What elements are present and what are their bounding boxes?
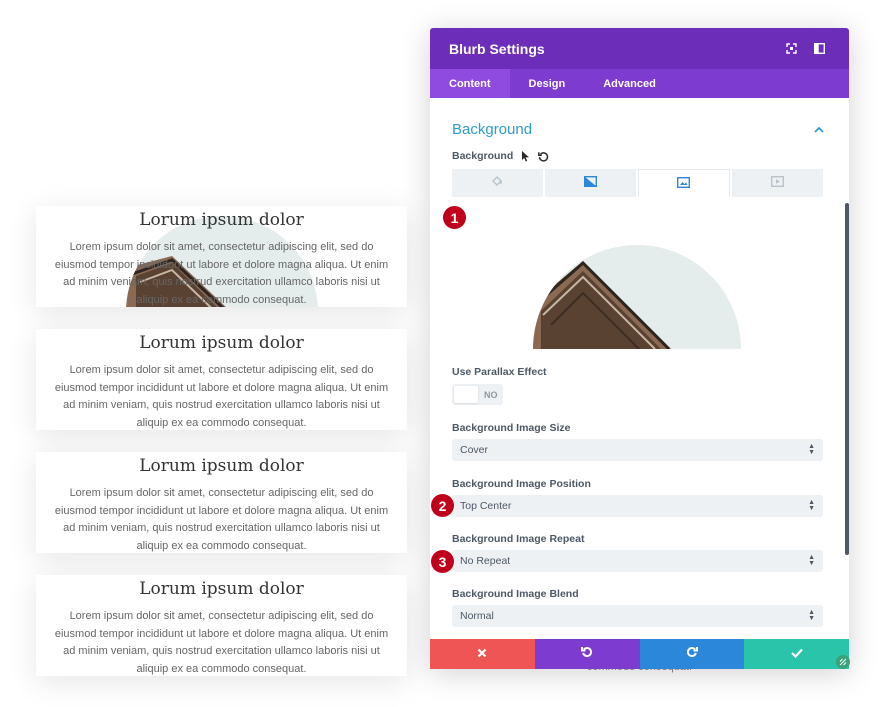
panel-title: Blurb Settings xyxy=(449,40,545,57)
image-icon xyxy=(677,175,691,193)
image-repeat-label: Background Image Repeat xyxy=(452,533,585,545)
background-image-preview[interactable] xyxy=(452,208,823,350)
background-label: Background xyxy=(452,150,514,162)
panel-tabs: Content Design Advanced xyxy=(430,69,849,98)
cursor-icon[interactable] xyxy=(521,150,530,162)
reset-icon[interactable] xyxy=(538,151,549,162)
section-header-background[interactable]: Background xyxy=(452,120,824,138)
redo-icon xyxy=(686,645,698,663)
blurb-settings-panel: Blurb Settings Content Design Advanced B… xyxy=(430,28,849,669)
select-value: Top Center xyxy=(460,500,512,512)
blurb-card-4[interactable]: Lorum ipsum dolor Lorem ipsum dolor sit … xyxy=(36,575,407,676)
card-body-text: Lorem ipsum dolor sit amet, consectetur … xyxy=(54,487,389,552)
background-label-row: Background xyxy=(452,150,549,162)
check-icon xyxy=(790,645,803,663)
undo-button[interactable] xyxy=(534,639,640,669)
save-button[interactable] xyxy=(744,639,849,669)
image-size-select[interactable]: Cover ▲ ▼ xyxy=(452,439,823,461)
card-body-text: Lorem ipsum dolor sit amet, consectetur … xyxy=(54,610,389,675)
background-type-tabs xyxy=(452,169,823,197)
blurb-card-3[interactable]: Lorum ipsum dolor Lorem ipsum dolor sit … xyxy=(36,452,407,553)
image-repeat-select[interactable]: No Repeat ▲ ▼ xyxy=(452,550,823,572)
scrollbar[interactable] xyxy=(845,203,849,555)
blurb-card-1[interactable]: Lorum ipsum dolor Lorem ipsum dolor sit … xyxy=(36,206,407,307)
card-body-text: Lorem ipsum dolor sit amet, consectetur … xyxy=(54,241,389,306)
image-blend-label: Background Image Blend xyxy=(452,588,579,600)
undo-icon xyxy=(581,645,593,663)
background-video-tab[interactable] xyxy=(732,169,823,197)
panel-header: Blurb Settings xyxy=(430,28,849,69)
chevron-up-icon[interactable] xyxy=(814,120,824,138)
select-arrows-icon: ▲ ▼ xyxy=(808,443,815,456)
annotation-badge-1: 1 xyxy=(443,206,466,229)
sidebar-toggle-icon[interactable] xyxy=(808,38,830,60)
building-image xyxy=(533,245,741,350)
card-title: Lorum ipsum dolor xyxy=(139,579,304,599)
toggle-label: NO xyxy=(484,389,498,400)
image-position-select[interactable]: Top Center ▲ ▼ xyxy=(452,495,823,517)
background-color-tab[interactable] xyxy=(452,169,543,197)
select-arrows-icon: ▲ ▼ xyxy=(808,609,815,622)
select-value: Cover xyxy=(460,444,489,456)
image-blend-select[interactable]: Normal ▲ ▼ xyxy=(452,605,823,627)
panel-footer xyxy=(430,639,849,669)
background-image-tab[interactable] xyxy=(637,169,731,197)
background-gradient-tab[interactable] xyxy=(544,169,636,197)
blurb-card-2[interactable]: Lorum ipsum dolor Lorem ipsum dolor sit … xyxy=(36,329,407,430)
image-position-label: Background Image Position xyxy=(452,478,591,490)
cancel-button[interactable] xyxy=(430,639,535,669)
gradient-icon xyxy=(583,174,597,192)
card-title: Lorum ipsum dolor xyxy=(139,456,304,476)
fullscreen-icon[interactable] xyxy=(780,38,802,60)
resize-handle-icon[interactable] xyxy=(836,655,850,669)
tab-design[interactable]: Design xyxy=(510,69,585,98)
select-arrows-icon: ▲ ▼ xyxy=(808,554,815,567)
tab-content[interactable]: Content xyxy=(430,69,510,98)
toggle-knob xyxy=(454,386,478,403)
image-size-label: Background Image Size xyxy=(452,422,571,434)
select-value: No Repeat xyxy=(460,555,511,567)
card-body-text: Lorem ipsum dolor sit amet, consectetur … xyxy=(54,364,389,429)
video-icon xyxy=(771,174,785,192)
card-title: Lorum ipsum dolor xyxy=(139,210,304,230)
annotation-badge-3: 3 xyxy=(431,550,454,573)
redo-button[interactable] xyxy=(639,639,745,669)
annotation-badge-2: 2 xyxy=(431,494,454,517)
section-title: Background xyxy=(452,120,533,138)
select-value: Normal xyxy=(460,610,494,622)
tab-advanced[interactable]: Advanced xyxy=(584,69,675,98)
card-title: Lorum ipsum dolor xyxy=(139,333,304,353)
close-icon xyxy=(477,645,487,663)
parallax-toggle[interactable]: NO xyxy=(452,384,503,405)
select-arrows-icon: ▲ ▼ xyxy=(808,499,815,512)
color-icon xyxy=(491,174,504,192)
panel-body[interactable]: Background Background Use Parallax Effec… xyxy=(430,98,849,639)
parallax-label: Use Parallax Effect xyxy=(452,366,547,378)
